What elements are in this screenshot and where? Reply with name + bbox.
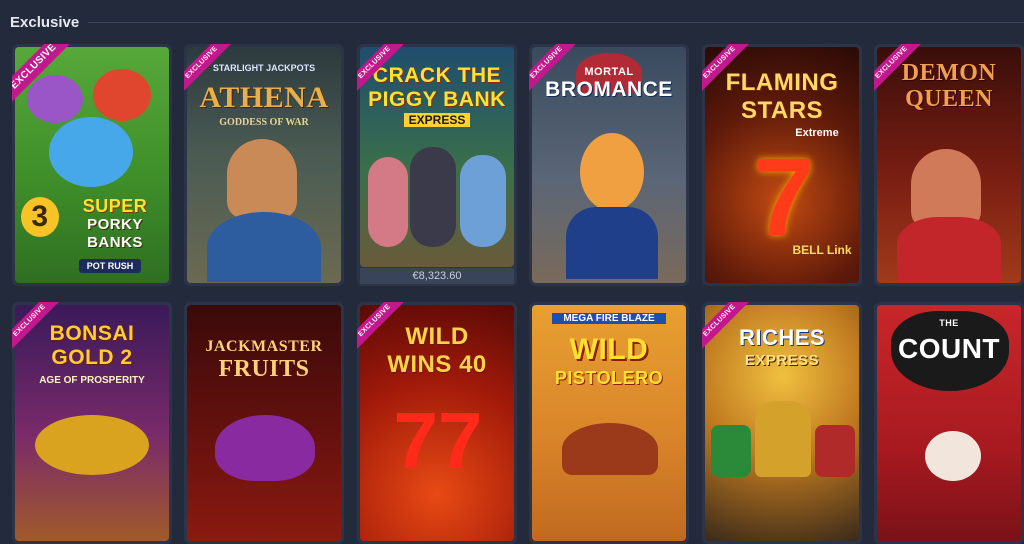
game-tile-riches-express[interactable]: RICHES EXPRESS EXCLUSIVE bbox=[702, 302, 862, 544]
count-face-icon bbox=[925, 431, 981, 481]
character-head-icon bbox=[580, 133, 644, 211]
game-subtitle: EXPRESS bbox=[404, 113, 470, 127]
warrior-goddess-icon bbox=[227, 139, 297, 219]
game-title-number: 3 bbox=[21, 197, 59, 237]
game-title-line: COUNT bbox=[897, 333, 1001, 364]
game-tile-the-count[interactable]: THE COUNT bbox=[874, 302, 1024, 544]
game-title-line: SUPER bbox=[82, 196, 148, 216]
game-title-line: QUEEN bbox=[905, 86, 993, 112]
game-art: THE COUNT bbox=[877, 305, 1021, 541]
jackpot-amount: €8,323.60 bbox=[360, 268, 514, 284]
game-title-line: FRUITS bbox=[218, 356, 310, 382]
game-title-line: PIGGY BANK bbox=[368, 88, 506, 111]
game-title-line: WILD bbox=[569, 333, 649, 366]
armor-icon bbox=[207, 212, 321, 282]
game-subtitle: AGE OF PROSPERITY bbox=[39, 375, 145, 386]
game-tile-flaming-stars[interactable]: FLAMING STARS Extreme 7 BELL Link EXCLUS… bbox=[702, 44, 862, 286]
game-tile-mortal-bromance[interactable]: MORTAL BROMANCE EXCLUSIVE bbox=[529, 44, 689, 286]
game-tile-bonsai-gold-2[interactable]: BONSAI GOLD 2 AGE OF PROSPERITY EXCLUSIV… bbox=[12, 302, 172, 544]
game-grid: 3 SUPER PORKY BANKS POT RUSH EXCLUSIVE S… bbox=[0, 0, 1024, 544]
demon-dress-icon bbox=[897, 217, 1001, 283]
game-tile-wild-wins-40[interactable]: WILD WINS 40 77 EXCLUSIVE bbox=[357, 302, 517, 544]
game-brand: MEGA FIRE BLAZE bbox=[552, 313, 666, 324]
game-tile-athena[interactable]: STARLIGHT JACKPOTS ATHENA GODDESS OF WAR… bbox=[184, 44, 344, 286]
game-art: FLAMING STARS Extreme 7 BELL Link bbox=[705, 47, 859, 283]
game-art: 3 SUPER PORKY BANKS POT RUSH bbox=[15, 47, 169, 283]
seven-symbol-icon: 77 bbox=[393, 396, 483, 485]
pig-character-icon bbox=[410, 147, 456, 247]
game-title-line: WILD bbox=[405, 323, 469, 350]
game-tile-super-porky-banks[interactable]: 3 SUPER PORKY BANKS POT RUSH EXCLUSIVE bbox=[12, 44, 172, 286]
game-tile-wild-pistolero[interactable]: MEGA FIRE BLAZE WILD PISTOLERO bbox=[529, 302, 689, 544]
cowboy-hat-icon bbox=[562, 423, 658, 475]
game-title-line: WINS 40 bbox=[387, 351, 487, 378]
blue-pig-icon bbox=[49, 117, 133, 187]
game-title-line: RICHES bbox=[738, 325, 826, 350]
game-title-line: BROMANCE bbox=[545, 78, 673, 101]
game-title-line: CRACK THE bbox=[372, 64, 502, 87]
game-art: MORTAL BROMANCE bbox=[532, 47, 686, 283]
gold-tree-icon bbox=[35, 415, 149, 475]
game-tile-jackmaster-fruits[interactable]: JACKMASTER FRUITS bbox=[184, 302, 344, 544]
game-title-line: JACKMASTER bbox=[205, 338, 323, 355]
game-subtitle: GODDESS OF WAR bbox=[219, 117, 309, 128]
game-title-line: MORTAL bbox=[584, 66, 634, 78]
seven-symbol-icon: 7 bbox=[753, 136, 815, 259]
game-art: RICHES EXPRESS bbox=[705, 305, 859, 541]
game-title-line: FLAMING bbox=[725, 69, 839, 96]
game-art: WILD WINS 40 77 bbox=[360, 305, 514, 541]
game-title-line: BONSAI bbox=[49, 322, 135, 345]
gold-train-icon bbox=[755, 401, 811, 477]
jester-icon bbox=[215, 415, 315, 481]
game-title-line: EXPRESS bbox=[744, 352, 820, 369]
train-car-icon bbox=[815, 425, 855, 477]
game-title-line: STARS bbox=[740, 97, 824, 124]
pig-character-icon bbox=[460, 155, 506, 247]
train-car-icon bbox=[711, 425, 751, 477]
game-subtitle: Extreme bbox=[795, 127, 839, 139]
game-tile-crack-the-piggy-bank[interactable]: CRACK THE PIGGY BANK EXPRESS €8,323.60 E… bbox=[357, 44, 517, 286]
game-art: BONSAI GOLD 2 AGE OF PROSPERITY bbox=[15, 305, 169, 541]
game-title-line: BANKS bbox=[87, 234, 143, 251]
game-art: JACKMASTER FRUITS bbox=[187, 305, 341, 541]
game-badge: BELL Link bbox=[792, 243, 852, 257]
red-pig-icon bbox=[93, 69, 151, 121]
game-tile-demon-queen[interactable]: DEMON QUEEN EXCLUSIVE bbox=[874, 44, 1024, 286]
game-art: MEGA FIRE BLAZE WILD PISTOLERO bbox=[532, 305, 686, 541]
game-title-line: GOLD 2 bbox=[51, 346, 133, 369]
game-title-line: PISTOLERO bbox=[554, 368, 664, 388]
pig-character-icon bbox=[368, 157, 408, 247]
game-subtitle: POT RUSH bbox=[79, 259, 141, 273]
game-art: DEMON QUEEN bbox=[877, 47, 1021, 283]
purple-pig-icon bbox=[27, 75, 83, 123]
game-art: CRACK THE PIGGY BANK EXPRESS bbox=[360, 47, 514, 267]
game-title-line: PORKY bbox=[87, 216, 143, 233]
game-art: STARLIGHT JACKPOTS ATHENA GODDESS OF WAR bbox=[187, 47, 341, 283]
suit-icon bbox=[566, 207, 658, 279]
game-title: ATHENA bbox=[199, 81, 329, 114]
game-title-line: THE bbox=[939, 318, 959, 328]
